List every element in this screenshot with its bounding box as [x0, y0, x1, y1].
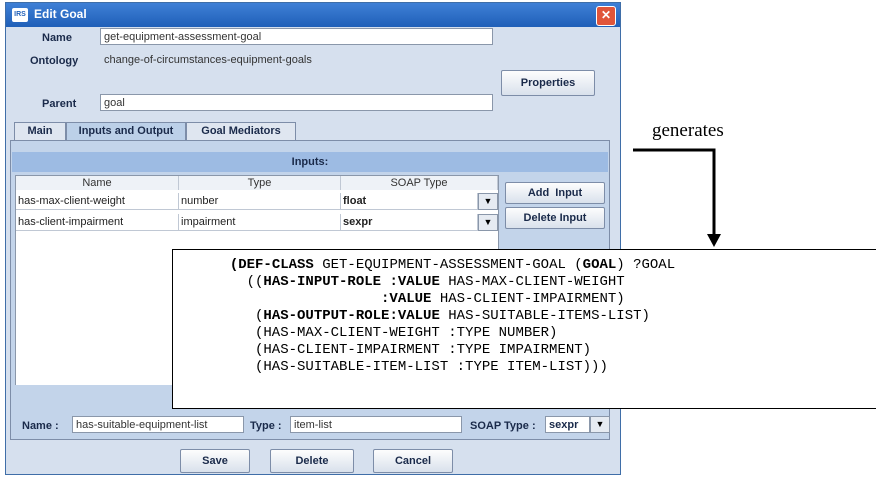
- code-line: (HAS-OUTPUT-ROLE:VALUE HAS-SUITABLE-ITEM…: [213, 308, 650, 324]
- code-line: (HAS-CLIENT-IMPAIRMENT :TYPE IMPAIRMENT): [213, 342, 592, 358]
- code-line: ((HAS-INPUT-ROLE :VALUE HAS-MAX-CLIENT-W…: [213, 274, 625, 290]
- code-line: (HAS-MAX-CLIENT-WEIGHT :TYPE NUMBER): [213, 325, 558, 341]
- lisp-code-block: (DEF-CLASS GET-EQUIPMENT-ASSESSMENT-GOAL…: [172, 249, 876, 409]
- code-line: (DEF-CLASS GET-EQUIPMENT-ASSESSMENT-GOAL…: [229, 257, 676, 273]
- code-line: :VALUE HAS-CLIENT-IMPAIRMENT): [381, 291, 625, 307]
- code-line: (HAS-SUITABLE-ITEM-LIST :TYPE ITEM-LIST)…: [213, 359, 608, 375]
